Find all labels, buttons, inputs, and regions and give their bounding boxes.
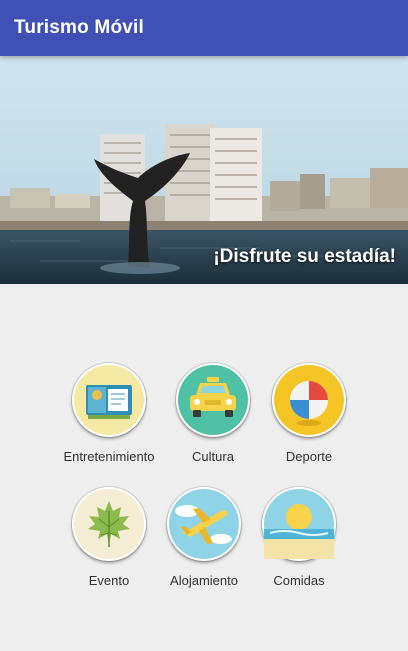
category-entretenimiento-label: Entretenimiento: [63, 449, 155, 464]
category-comidas-label: Comidas: [273, 573, 325, 588]
airplane-icon: [169, 489, 239, 559]
category-cultura-label: Cultura: [192, 449, 234, 464]
category-comidas-button[interactable]: [262, 487, 336, 561]
sun-beach-icon: [264, 489, 334, 559]
beach-ball-icon: [274, 365, 344, 435]
hero-banner: ¡Disfrute su estadía!: [0, 56, 408, 284]
category-cultura-button[interactable]: [176, 363, 250, 437]
film-ticket-icon: [74, 365, 144, 435]
category-evento[interactable]: Evento: [54, 487, 164, 588]
category-deporte[interactable]: Deporte: [254, 363, 364, 464]
hero-tagline: ¡Disfrute su estadía!: [213, 246, 396, 267]
category-entretenimiento-button[interactable]: [72, 363, 146, 437]
app-title: Turismo Móvil: [14, 17, 144, 38]
taxi-car-icon: [178, 365, 248, 435]
category-comidas[interactable]: Comidas: [244, 487, 354, 588]
category-evento-button[interactable]: [72, 487, 146, 561]
category-cultura[interactable]: Cultura: [158, 363, 268, 464]
category-evento-label: Evento: [88, 573, 130, 588]
app-bar: Turismo Móvil: [0, 0, 408, 56]
category-entretenimiento[interactable]: Entretenimiento: [54, 363, 164, 464]
category-alojamiento[interactable]: Alojamiento: [149, 487, 259, 588]
maple-leaf-icon: [74, 489, 144, 559]
category-alojamiento-button[interactable]: [167, 487, 241, 561]
category-alojamiento-label: Alojamiento: [170, 573, 238, 588]
category-deporte-button[interactable]: [272, 363, 346, 437]
category-deporte-label: Deporte: [285, 449, 333, 464]
